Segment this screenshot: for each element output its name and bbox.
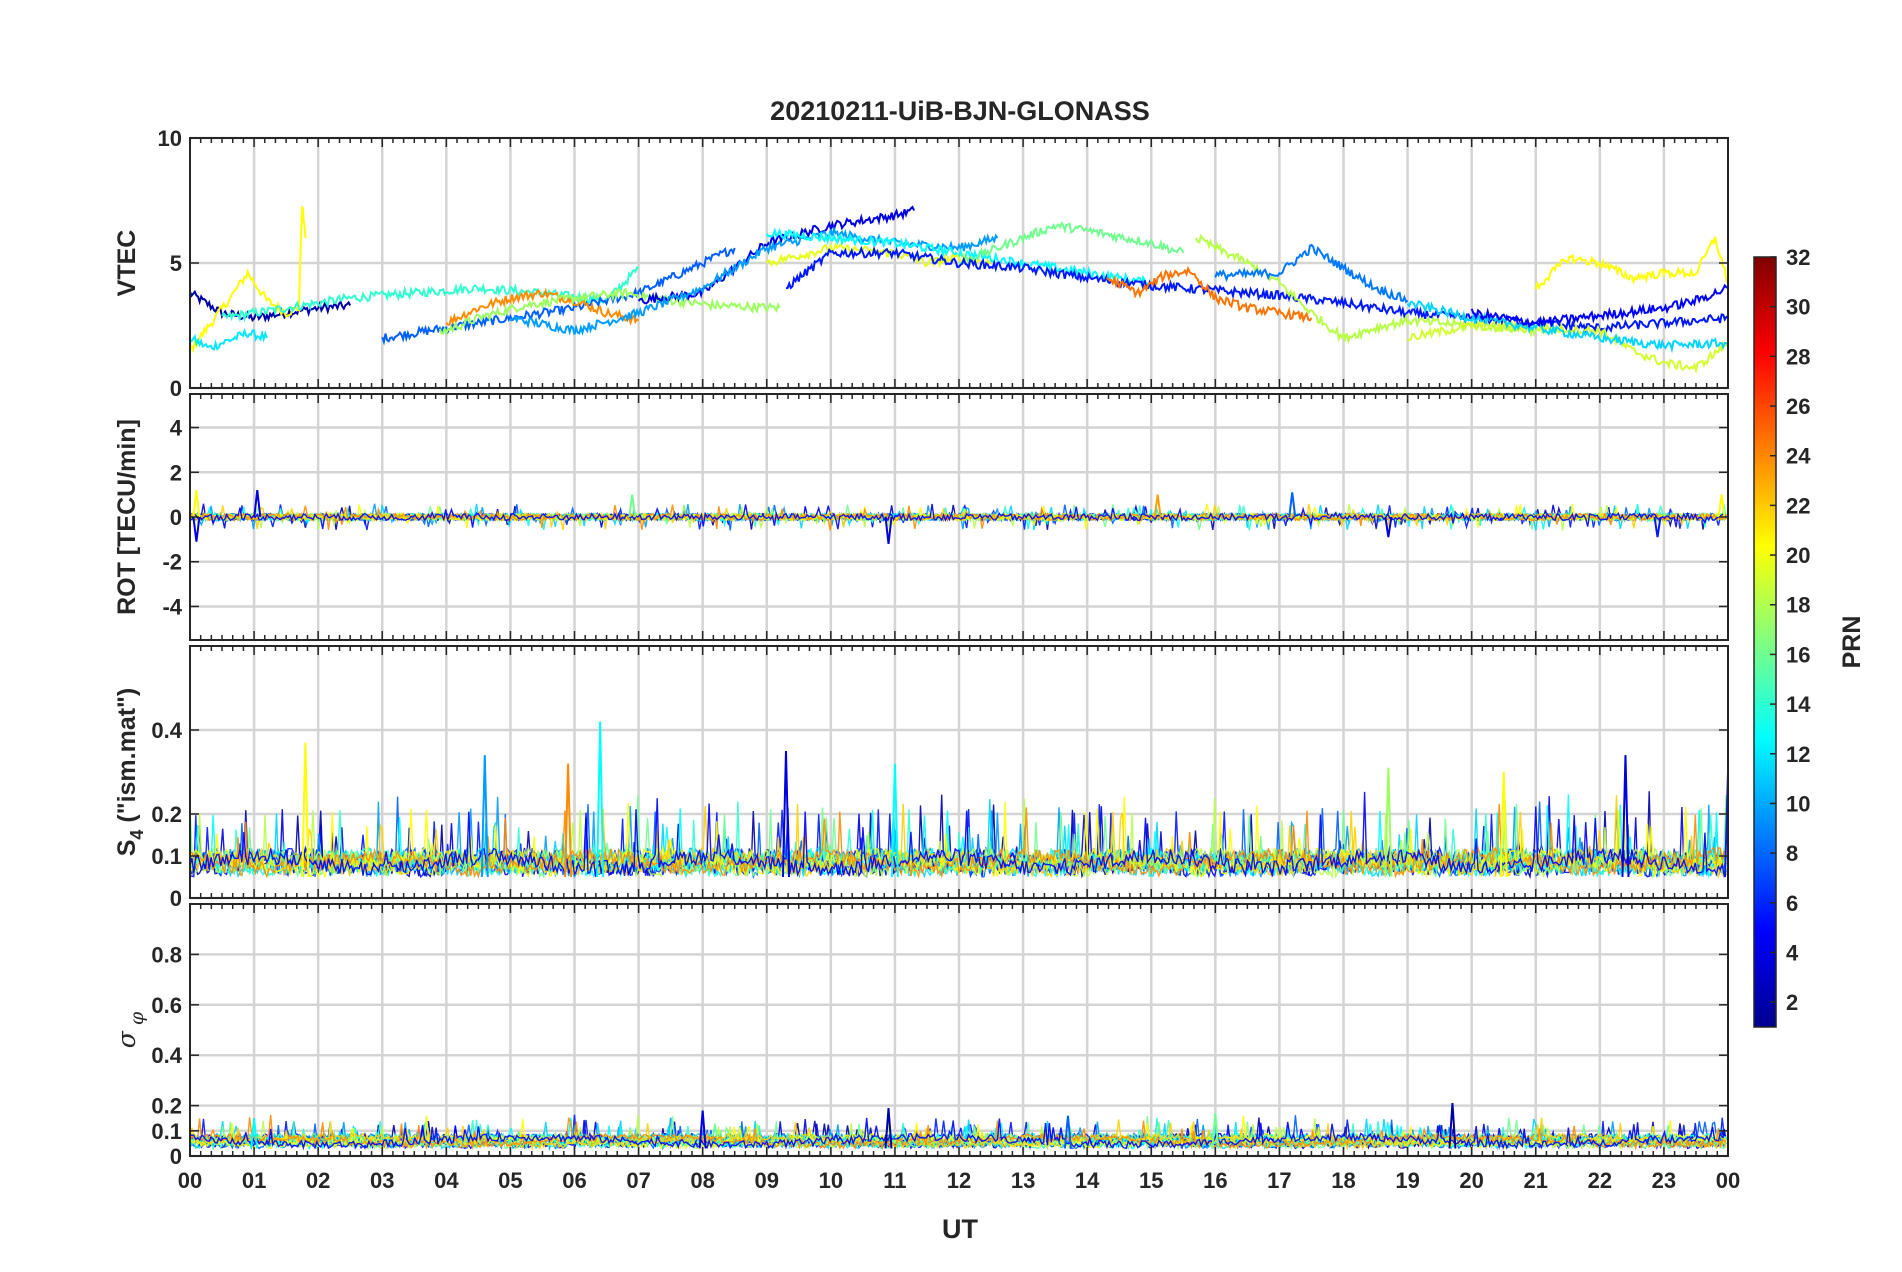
y-tick-label: 10	[158, 126, 182, 151]
colorbar-tick-label: 20	[1786, 543, 1810, 568]
x-tick-label: 03	[370, 1168, 394, 1193]
y-tick-label: 0.1	[151, 1119, 182, 1144]
spike	[1288, 492, 1297, 518]
colorbar: 2468101214161820222426283032 PRN	[1753, 245, 1866, 1028]
x-tick-label: 23	[1652, 1168, 1676, 1193]
x-tick-label: 10	[819, 1168, 843, 1193]
x-tick-label: 16	[1203, 1168, 1227, 1193]
colorbar-tick-label: 4	[1786, 940, 1799, 965]
y-tick-label: 4	[170, 416, 183, 441]
colorbar-tick-label: 8	[1786, 841, 1798, 866]
x-tick-label: 05	[498, 1168, 522, 1193]
y-tick-label: 0.2	[151, 802, 182, 827]
x-tick-label: 02	[306, 1168, 330, 1193]
y-label-rest: ("ism.mat")	[113, 688, 141, 830]
spike	[884, 516, 893, 544]
colorbar-label: PRN	[1838, 616, 1866, 669]
panel-2: -4 -2 0 2 4 ROT [TECU/min]	[113, 393, 1729, 641]
x-tick-label: 15	[1139, 1168, 1163, 1193]
x-tick-label: 18	[1331, 1168, 1355, 1193]
y-tick-label: 0.8	[151, 942, 182, 967]
colorbar-tick-label: 28	[1786, 344, 1810, 369]
colorbar-tick-label: 12	[1786, 742, 1810, 767]
y-label-s: S	[113, 840, 141, 857]
y-tick-label: 2	[170, 460, 182, 485]
panels: 0510VTEC-4-2024ROT [TECU/min]00.10.20.4S…	[112, 126, 1740, 1193]
x-tick-label: 08	[690, 1168, 714, 1193]
colorbar-tick-label: 16	[1786, 642, 1810, 667]
colorbar-tick-label: 22	[1786, 493, 1810, 518]
chart-title: 20210211-UiB-BJN-GLONASS	[770, 96, 1150, 126]
colorbar-tick-label: 18	[1786, 593, 1810, 618]
y-tick-label: 0.4	[151, 718, 182, 743]
y-tick-label: 0	[170, 1144, 182, 1169]
y-tick-label: 0.1	[151, 844, 182, 869]
colorbar-tick-label: 14	[1786, 692, 1811, 717]
y-label-sigma: σ	[112, 1030, 141, 1048]
y-axis-label: VTEC	[113, 230, 141, 297]
vtec-series-prn-20	[190, 206, 307, 354]
figure: 20210211-UiB-BJN-GLONASS 0510VTEC-4-2024…	[112, 96, 1866, 1244]
colorbar-tick-label: 26	[1786, 394, 1810, 419]
y-tick-label: 0	[170, 886, 182, 911]
y-label-sub: 4	[127, 830, 147, 840]
vtec-series-prn-15	[221, 266, 639, 323]
x-tick-labels: 00 01 02 03 04 05 06 07 08 09 10 11 12 13 14 15 16 17 18 19…	[178, 1168, 1740, 1193]
colorbar-tick-label: 2	[1786, 990, 1798, 1015]
colorbar-tick-label: 24	[1786, 444, 1811, 469]
x-tick-label: 19	[1395, 1168, 1419, 1193]
y-tick-label: 0.2	[151, 1094, 182, 1119]
y-tick-label: 0	[170, 376, 182, 401]
colorbar-gradient	[1753, 256, 1777, 1028]
y-axis-label: σ φ	[112, 1011, 148, 1048]
x-tick-label: 12	[947, 1168, 971, 1193]
x-tick-label: 04	[434, 1168, 459, 1193]
x-tick-label: 21	[1524, 1168, 1548, 1193]
x-tick-label: 09	[755, 1168, 779, 1193]
x-tick-label: 13	[1011, 1168, 1035, 1193]
colorbar-tick-label: 10	[1786, 791, 1810, 816]
series-group	[190, 721, 1728, 880]
vtec-series-prn-10	[509, 225, 999, 337]
colorbar-tick-label: 6	[1786, 891, 1798, 916]
x-tick-label: 17	[1267, 1168, 1291, 1193]
y-tick-label: 0	[170, 505, 182, 530]
vtec-series-prn-2	[190, 289, 352, 323]
colorbar-tick-label: 32	[1786, 245, 1810, 270]
x-tick-label: 14	[1075, 1168, 1100, 1193]
y-tick-label: -4	[162, 594, 182, 619]
y-label-phi: φ	[126, 1011, 148, 1031]
x-tick-label: 07	[626, 1168, 650, 1193]
y-tick-label: -2	[162, 550, 182, 575]
x-tick-label: 00	[1716, 1168, 1740, 1193]
panel-3: 00.10.20.4S4 ("ism.mat")	[113, 645, 1729, 911]
spike	[192, 516, 201, 542]
x-tick-label: 22	[1588, 1168, 1612, 1193]
x-tick-label: 01	[242, 1168, 266, 1193]
panel-4: 00.10.2 0.4 0.6 0.8 σ φ	[112, 903, 1729, 1169]
y-axis-label: ROT [TECU/min]	[113, 419, 141, 615]
y-axis-label: S4 ("ism.mat")	[113, 688, 147, 857]
x-tick-label: 06	[562, 1168, 586, 1193]
spike	[1717, 494, 1726, 518]
vtec-series-prn-16	[958, 221, 1185, 267]
y-tick-label: 0.4	[151, 1043, 182, 1068]
y-tick-label: 5	[170, 251, 182, 276]
spike	[192, 490, 201, 518]
x-tick-label: 11	[883, 1168, 906, 1193]
colorbar-tick-label: 30	[1786, 295, 1810, 320]
x-tick-label: 00	[178, 1168, 202, 1193]
x-axis-label: UT	[942, 1214, 978, 1244]
x-tick-label: 20	[1459, 1168, 1483, 1193]
grid	[190, 904, 1728, 1158]
y-tick-label: 0.6	[151, 993, 182, 1018]
panel-1: 0 5 10 VTEC	[113, 126, 1729, 401]
